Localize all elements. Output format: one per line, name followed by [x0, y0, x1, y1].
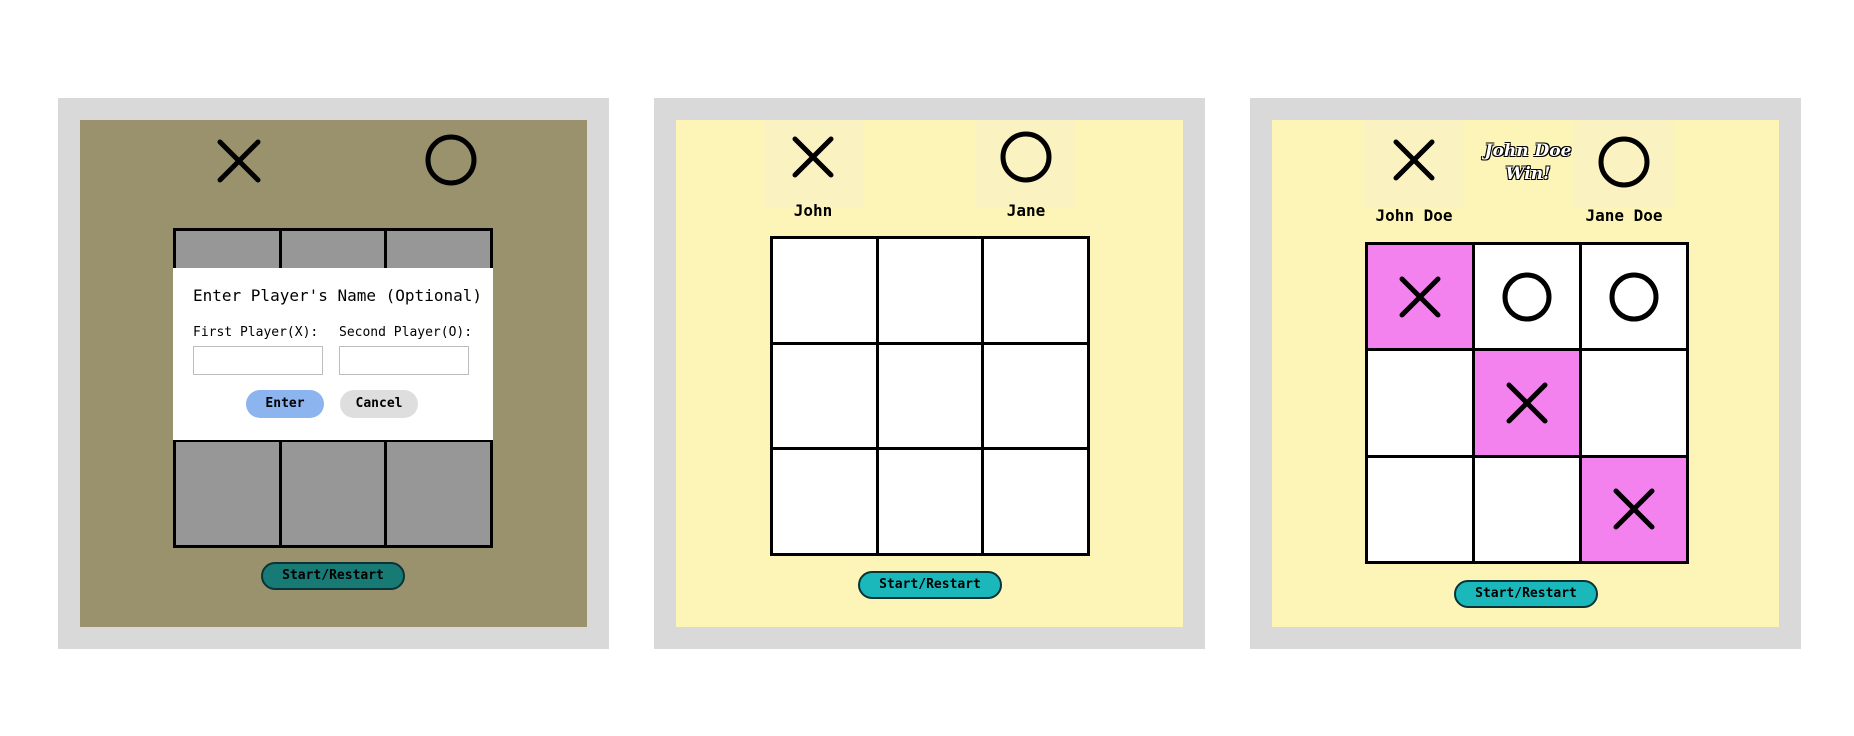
o-icon: [1598, 136, 1650, 188]
board-cell[interactable]: [1368, 245, 1472, 349]
board-cell[interactable]: [176, 442, 279, 545]
x-icon: [1399, 276, 1441, 318]
start-restart-button[interactable]: Start/Restart: [261, 562, 405, 590]
first-player-label: First Player(X):: [193, 325, 319, 340]
player-o-mark: [1574, 120, 1674, 208]
winner-message: John Doe Win!: [1484, 141, 1572, 184]
x-icon: [1613, 488, 1655, 530]
board-cell[interactable]: [1368, 351, 1472, 455]
panel-name-dialog: Enter Player's Name (Optional) First Pla…: [58, 98, 609, 649]
panel-game-won: John Doe Win! John Doe Jane Doe Start/Res…: [1250, 98, 1801, 649]
start-restart-button[interactable]: Start/Restart: [1454, 580, 1598, 608]
board-cell[interactable]: [878, 450, 982, 553]
player-name-dialog: Enter Player's Name (Optional) First Pla…: [173, 268, 493, 440]
player-x-mark: [1364, 120, 1464, 208]
player-x-mark: [190, 120, 290, 208]
game-area: Enter Player's Name (Optional) First Pla…: [80, 120, 587, 627]
player-o-mark: [976, 120, 1076, 208]
board-cell[interactable]: [773, 450, 876, 553]
board-cell[interactable]: [1582, 457, 1686, 561]
second-player-label: Second Player(O):: [339, 325, 473, 340]
board-cell[interactable]: [1582, 245, 1686, 349]
board-cell[interactable]: [984, 344, 1087, 448]
player-o-mark: [402, 120, 502, 208]
player-x-mark: [763, 120, 863, 208]
board-cell[interactable]: [773, 239, 876, 342]
o-icon: [425, 134, 477, 186]
game-area: John Doe Win! John Doe Jane Doe Start/Res…: [1272, 120, 1779, 627]
board-cell[interactable]: [1475, 457, 1579, 561]
board-cell[interactable]: [1582, 351, 1686, 455]
o-icon: [1502, 272, 1552, 322]
player-x-name: John Doe: [1375, 206, 1453, 225]
panel-game-start: John Jane Start/Restart: [654, 98, 1205, 649]
cancel-button[interactable]: Cancel: [340, 390, 418, 418]
board-cell[interactable]: [984, 450, 1087, 553]
board-cell[interactable]: [1475, 245, 1579, 349]
board-cell[interactable]: [1368, 457, 1472, 561]
x-icon: [1393, 139, 1435, 181]
board-cell[interactable]: [773, 344, 876, 448]
dialog-title: Enter Player's Name (Optional): [193, 286, 482, 305]
game-board: [1365, 242, 1689, 564]
board-cell[interactable]: [281, 442, 385, 545]
board-cell[interactable]: [984, 239, 1087, 342]
x-icon: [217, 139, 261, 183]
start-restart-button[interactable]: Start/Restart: [858, 571, 1002, 599]
x-icon: [792, 136, 834, 178]
game-board: [770, 236, 1090, 556]
x-icon: [1506, 382, 1548, 424]
player-o-name: Jane Doe: [1585, 206, 1663, 225]
player-x-name: John: [793, 201, 833, 220]
enter-button[interactable]: Enter: [246, 390, 324, 418]
board-cell[interactable]: [1475, 351, 1579, 455]
game-area: John Jane Start/Restart: [676, 120, 1183, 627]
board-cell[interactable]: [387, 442, 490, 545]
o-icon: [1000, 131, 1052, 183]
board-cell[interactable]: [878, 239, 982, 342]
o-icon: [1609, 272, 1659, 322]
first-player-input[interactable]: [193, 346, 323, 375]
second-player-input[interactable]: [339, 346, 469, 375]
player-o-name: Jane: [1006, 201, 1046, 220]
board-cell[interactable]: [878, 344, 982, 448]
